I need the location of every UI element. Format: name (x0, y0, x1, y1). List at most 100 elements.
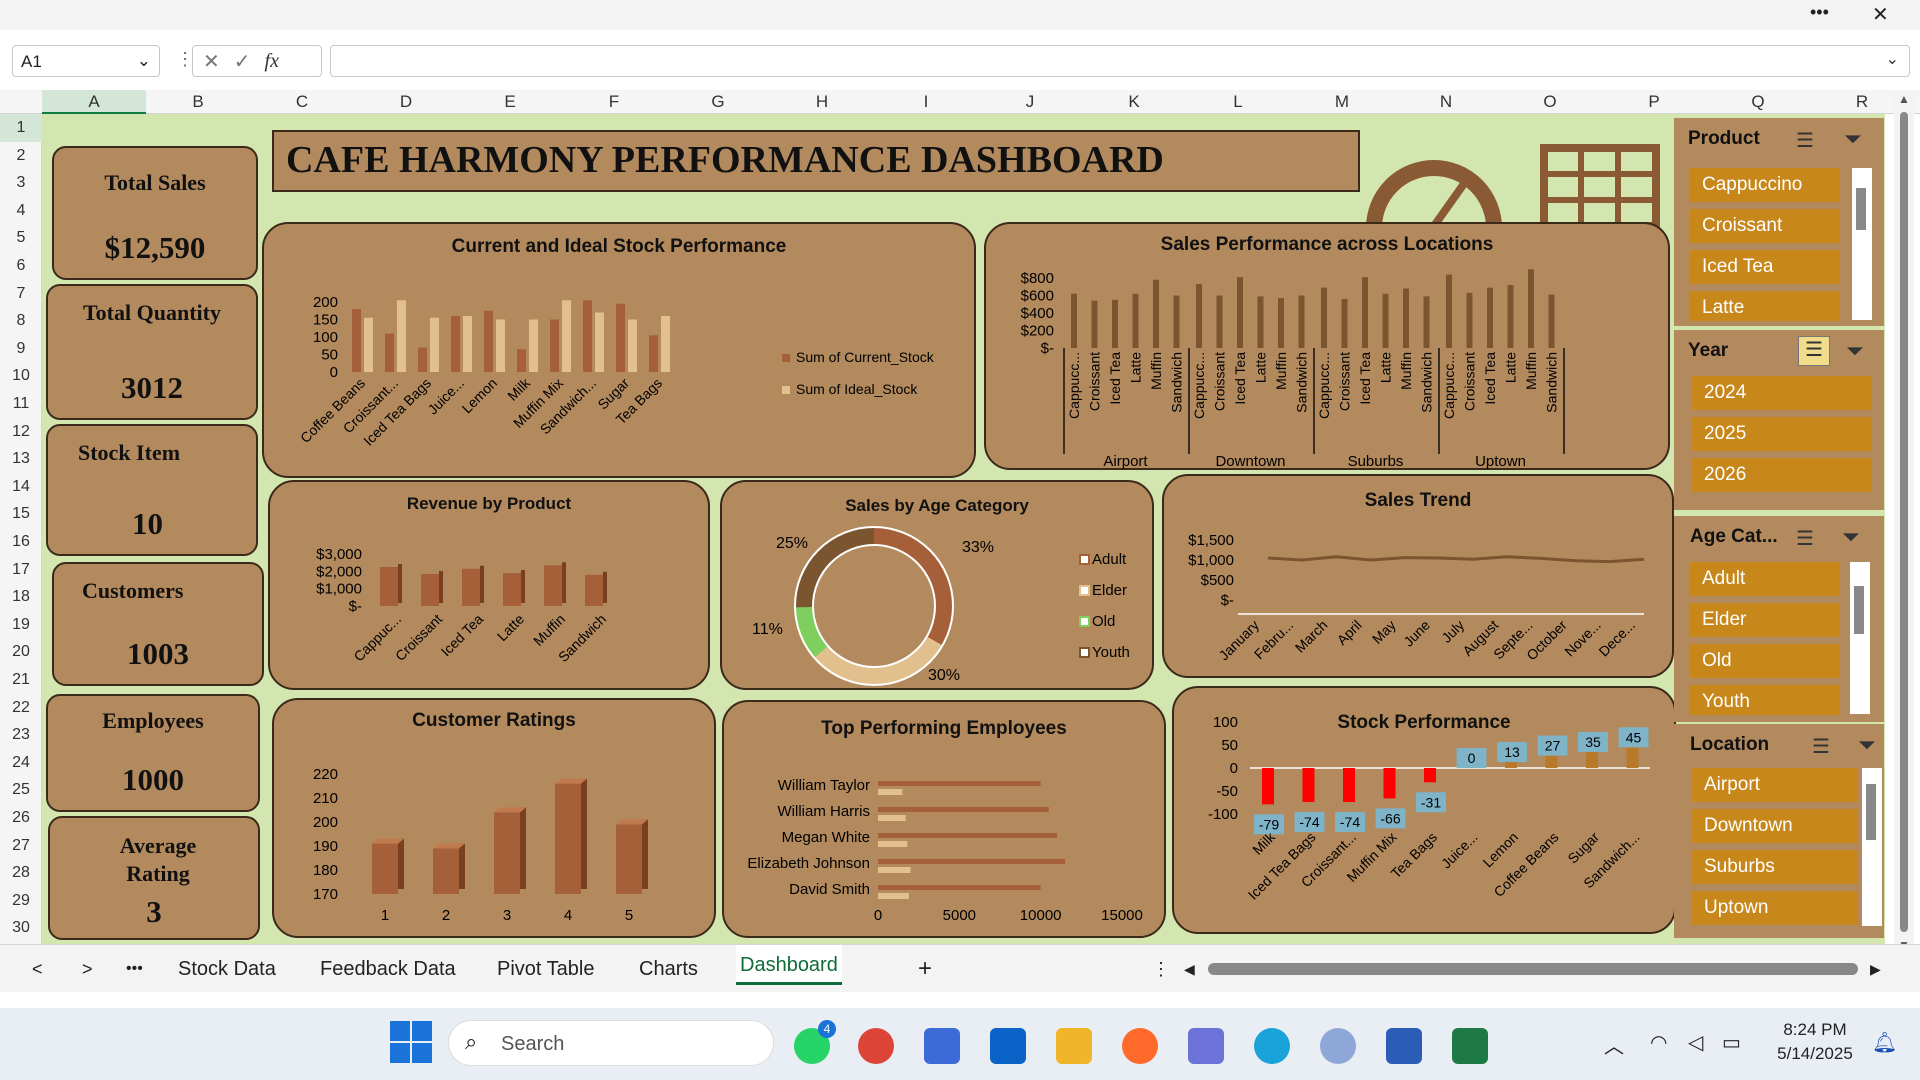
slicer-item[interactable]: Iced Tea (1690, 250, 1840, 284)
clock-date[interactable]: 5/14/2025 (1766, 1044, 1864, 1064)
chart-ratings-panel[interactable]: Customer Ratings 170 180 190 200 210 220 1 2 3 4 5 (272, 698, 716, 938)
column-header[interactable]: O (1498, 90, 1602, 114)
clear-filter-icon[interactable]: ⏷ (1858, 732, 1876, 758)
chrome-icon[interactable] (858, 1028, 894, 1064)
slicer-item[interactable]: 2024 (1692, 376, 1872, 410)
next-sheet-icon[interactable]: > (82, 945, 93, 993)
row-header[interactable]: 27 (0, 832, 42, 860)
row-header[interactable]: 11 (0, 390, 42, 418)
row-header[interactable]: 13 (0, 445, 42, 473)
close-button[interactable]: ✕ (1872, 2, 1889, 27)
store-icon[interactable] (924, 1028, 960, 1064)
file-explorer-icon[interactable] (1056, 1028, 1092, 1064)
row-header[interactable]: 12 (0, 418, 42, 446)
row-header[interactable]: 26 (0, 804, 42, 832)
column-header[interactable]: G (666, 90, 770, 114)
slicer-scrollbar[interactable] (1852, 168, 1872, 320)
row-header[interactable]: 19 (0, 611, 42, 639)
tab-dashboard[interactable]: Dashboard (736, 945, 842, 985)
column-header[interactable]: I (874, 90, 978, 114)
slicer-item[interactable]: Suburbs (1692, 850, 1858, 884)
chart-locations-panel[interactable]: Sales Performance across Locations $- $20… (984, 222, 1670, 470)
column-header[interactable]: K (1082, 90, 1186, 114)
slicer-product[interactable]: Product ☰ ⏷ Cappuccino Croissant Iced Te… (1674, 118, 1884, 326)
row-header[interactable]: 3 (0, 169, 42, 197)
profile-avatar[interactable] (1320, 1028, 1356, 1064)
calendar-icon[interactable] (1188, 1028, 1224, 1064)
row-header[interactable]: 30 (0, 914, 42, 942)
chart-employees-panel[interactable]: Top Performing Employees William Taylor W… (722, 700, 1166, 938)
row-header[interactable]: 2 (0, 142, 42, 170)
tab-charts[interactable]: Charts (639, 945, 698, 993)
expand-formula-icon[interactable]: ⌄ (1886, 49, 1899, 69)
tab-stock-data[interactable]: Stock Data (178, 945, 276, 993)
chart-revenue-panel[interactable]: Revenue by Product $- $1,000 $2,000 $3,000 C… (268, 480, 710, 690)
row-header[interactable]: 6 (0, 252, 42, 280)
row-header[interactable]: 22 (0, 694, 42, 722)
vertical-scrollbar[interactable]: ▲ ▼ (1894, 92, 1914, 956)
slicer-item[interactable]: 2025 (1692, 417, 1872, 451)
firefox-icon[interactable] (1122, 1028, 1158, 1064)
column-header[interactable]: F (562, 90, 666, 114)
row-header[interactable]: 24 (0, 749, 42, 777)
column-header[interactable]: M (1290, 90, 1394, 114)
slicer-item[interactable]: Old (1690, 644, 1840, 678)
row-header[interactable]: 10 (0, 362, 42, 390)
prev-sheet-icon[interactable]: < (32, 945, 43, 993)
multi-select-icon[interactable]: ☰ (1796, 128, 1814, 153)
wifi-icon[interactable]: ◠ (1650, 1030, 1667, 1055)
cancel-icon[interactable]: ✕ (203, 49, 220, 74)
insert-function-button[interactable]: fx (265, 50, 279, 73)
row-header[interactable]: 17 (0, 556, 42, 584)
slicer-item[interactable]: Latte (1690, 291, 1840, 321)
formula-input[interactable]: ⌄ (330, 45, 1910, 77)
edge-icon[interactable] (1254, 1028, 1290, 1064)
scroll-thumb[interactable] (1900, 112, 1908, 932)
row-header[interactable]: 1 (0, 114, 42, 142)
more-sheets-button[interactable]: ••• (126, 945, 143, 993)
slicer-item[interactable]: Croissant (1690, 209, 1840, 243)
column-header[interactable]: P (1602, 90, 1706, 114)
more-vertical-icon[interactable]: ⋮ (1152, 945, 1170, 993)
row-header[interactable]: 8 (0, 307, 42, 335)
volume-icon[interactable]: ◁ (1688, 1030, 1703, 1055)
row-header[interactable]: 29 (0, 887, 42, 915)
slicer-year[interactable]: Year ☰ ⏷ 2024 2025 2026 (1674, 330, 1884, 510)
column-header[interactable]: E (458, 90, 562, 114)
row-header[interactable]: 25 (0, 776, 42, 804)
check-icon[interactable]: ✓ (234, 49, 251, 74)
row-header[interactable]: 7 (0, 280, 42, 308)
column-header[interactable]: J (978, 90, 1082, 114)
multi-select-icon[interactable]: ☰ (1796, 526, 1814, 551)
column-header[interactable]: H (770, 90, 874, 114)
row-header[interactable]: 23 (0, 721, 42, 749)
scroll-left-icon[interactable]: ◀ (1184, 945, 1195, 993)
scroll-right-icon[interactable]: ▶ (1870, 945, 1881, 993)
clear-filter-icon[interactable]: ⏷ (1844, 126, 1862, 152)
slicer-item[interactable]: Downtown (1692, 809, 1858, 843)
tab-feedback-data[interactable]: Feedback Data (320, 945, 456, 993)
outlook-icon[interactable] (990, 1028, 1026, 1064)
slicer-item[interactable]: Youth (1690, 685, 1840, 715)
row-header[interactable]: 16 (0, 528, 42, 556)
row-header[interactable]: 20 (0, 638, 42, 666)
slicer-item[interactable]: Airport (1692, 768, 1858, 802)
clear-filter-icon[interactable]: ⏷ (1846, 338, 1864, 364)
more-options-button[interactable]: ••• (1810, 2, 1829, 23)
slicer-scrollbar[interactable] (1850, 562, 1870, 714)
column-header[interactable]: A (42, 90, 146, 114)
horizontal-scrollbar[interactable] (1208, 963, 1858, 975)
name-box[interactable]: A1 ⌄ (12, 45, 160, 77)
windows-start-icon[interactable] (390, 1021, 410, 1041)
battery-icon[interactable]: ▭ (1722, 1030, 1741, 1055)
slicer-scrollbar[interactable] (1862, 768, 1882, 926)
clock-time[interactable]: 8:24 PM (1770, 1020, 1860, 1040)
row-header[interactable]: 4 (0, 197, 42, 225)
column-header[interactable]: D (354, 90, 458, 114)
row-header[interactable]: 15 (0, 500, 42, 528)
chart-stockperf-panel[interactable]: Stock Performance -100 -50 0 50 100 -79 Milk -7… (1172, 686, 1676, 934)
slicer-item[interactable]: Elder (1690, 603, 1840, 637)
chart-age-panel[interactable]: Sales by Age Category 33% 30% 11% 25% Adult E… (720, 480, 1154, 690)
row-header[interactable]: 28 (0, 859, 42, 887)
add-sheet-button[interactable]: + (918, 945, 932, 993)
